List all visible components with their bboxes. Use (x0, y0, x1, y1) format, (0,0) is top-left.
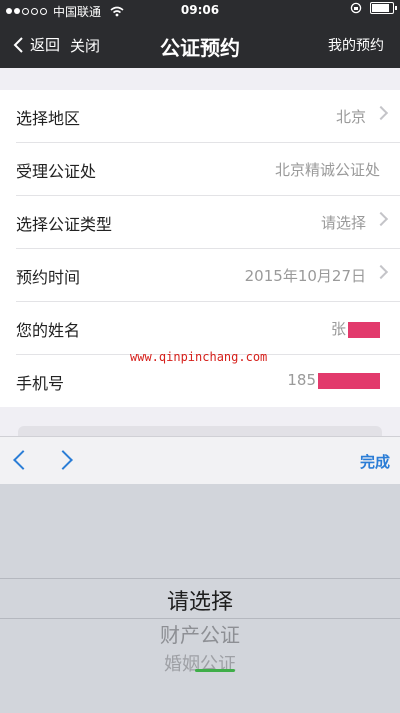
phone-field[interactable]: 185 (287, 371, 380, 389)
redaction-block (348, 321, 380, 338)
watermark: www.qinpinchang.com (130, 350, 268, 364)
row-appointment-time[interactable]: 预约时间 2015年10月27日 (16, 249, 400, 302)
done-button[interactable]: 完成 (360, 451, 390, 472)
row-label: 受理公证处 (16, 162, 97, 181)
chevron-right-icon (373, 264, 389, 280)
next-field-button[interactable] (53, 450, 73, 470)
sheet-edge (18, 426, 382, 436)
row-label: 预约时间 (16, 268, 81, 287)
row-value: 北京 (335, 108, 366, 126)
type-picker[interactable]: 请选择 财产公证 婚姻公证 (0, 484, 400, 713)
row-value: 请选择 (320, 214, 366, 232)
picker-option[interactable]: 婚姻公证 (0, 650, 400, 676)
row-label: 手机号 (16, 374, 65, 393)
chevron-right-icon (373, 211, 389, 227)
chevron-left-icon (13, 36, 23, 53)
rotation-lock-icon (350, 2, 362, 14)
form-area: 选择地区 北京 受理公证处 北京精诚公证处 选择公证类型 请选择 预约时间 20… (0, 68, 400, 436)
picker-selection-top (0, 578, 400, 579)
my-appointments-button[interactable]: 我的预约 (328, 35, 384, 55)
redaction-block (318, 372, 380, 389)
row-notary-office: 受理公证处 北京精诚公证处 (16, 143, 400, 196)
name-field[interactable]: 张 (331, 318, 380, 339)
previous-field-button[interactable] (13, 450, 33, 470)
chevron-right-icon (373, 105, 389, 121)
row-value: 北京精诚公证处 (274, 161, 380, 179)
name-value: 张 (330, 320, 346, 338)
row-label: 选择公证类型 (16, 215, 113, 234)
scroll-indicator (195, 669, 235, 672)
status-right (350, 2, 397, 14)
status-bar: 中国联通 09:06 (0, 0, 400, 22)
back-button[interactable]: 返回 (12, 34, 60, 55)
back-label: 返回 (30, 36, 61, 54)
battery-icon (370, 2, 397, 14)
row-name[interactable]: 您的姓名 张 (16, 302, 400, 355)
row-label: 选择地区 (16, 109, 81, 128)
row-value: 2015年10月27日 (244, 267, 366, 285)
close-button[interactable]: 关闭 (70, 35, 100, 56)
phone-value: 185 (287, 371, 316, 389)
row-notary-type[interactable]: 选择公证类型 请选择 (16, 196, 400, 249)
picker-option[interactable]: 请选择 (0, 584, 400, 616)
picker-toolbar: 完成 (0, 436, 400, 485)
picker-option[interactable]: 财产公证 (0, 619, 400, 648)
row-region[interactable]: 选择地区 北京 (16, 90, 400, 143)
row-label: 您的姓名 (16, 321, 81, 340)
status-time: 09:06 (180, 3, 220, 17)
nav-bar: 返回 关闭 公证预约 我的预约 (0, 22, 400, 68)
